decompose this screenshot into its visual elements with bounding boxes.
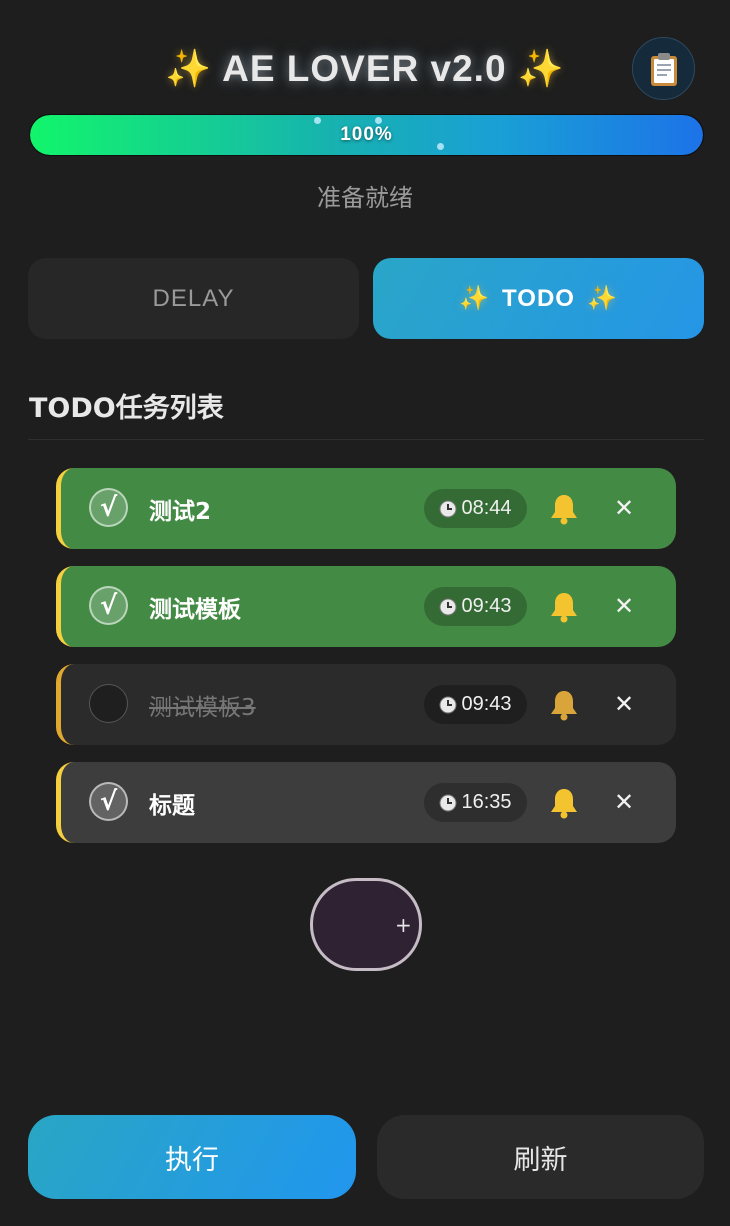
add-todo-button[interactable]: + bbox=[310, 878, 422, 971]
clock-icon bbox=[439, 794, 457, 811]
todo-item[interactable]: √ 测试2 08:44 ✕ bbox=[56, 468, 676, 549]
bell-icon[interactable] bbox=[549, 689, 579, 721]
refresh-label: 刷新 bbox=[513, 1144, 568, 1176]
time-badge[interactable]: 16:35 bbox=[424, 783, 527, 822]
section-title: TODO任务列表 bbox=[29, 393, 224, 424]
execute-label: 执行 bbox=[165, 1144, 219, 1176]
delete-icon[interactable]: ✕ bbox=[609, 784, 639, 820]
clipboard-button[interactable] bbox=[632, 37, 695, 100]
header: ✨ AE LOVER v2.0 ✨ bbox=[0, 36, 730, 108]
time-badge[interactable]: 08:44 bbox=[424, 489, 527, 528]
bell-icon[interactable] bbox=[549, 591, 579, 623]
clipboard-icon bbox=[650, 52, 677, 86]
time-text: 16:35 bbox=[461, 791, 512, 813]
todo-title: 测试模板3 bbox=[149, 695, 256, 721]
todo-item[interactable]: √ 标题 16:35 ✕ bbox=[56, 762, 676, 843]
tab-delay[interactable]: DELAY bbox=[28, 258, 359, 339]
refresh-button[interactable]: 刷新 bbox=[377, 1115, 704, 1199]
todo-item[interactable]: √ 测试模板 09:43 ✕ bbox=[56, 566, 676, 647]
todo-list: √ 测试2 08:44 ✕ √ 测试模板 09:43 ✕ 测试模板3 09:43… bbox=[56, 468, 676, 860]
checkbox[interactable] bbox=[89, 684, 128, 723]
delete-icon[interactable]: ✕ bbox=[609, 588, 639, 624]
time-text: 08:44 bbox=[461, 497, 512, 519]
sparkle-dot bbox=[375, 117, 382, 124]
execute-button[interactable]: 执行 bbox=[28, 1115, 356, 1199]
time-badge[interactable]: 09:43 bbox=[424, 685, 527, 724]
tab-todo[interactable]: ✨ TODO ✨ bbox=[373, 258, 704, 339]
clock-icon bbox=[439, 598, 457, 615]
checkbox[interactable]: √ bbox=[89, 488, 128, 527]
clock-icon bbox=[439, 500, 457, 517]
tab-todo-label: TODO bbox=[502, 284, 575, 312]
time-text: 09:43 bbox=[461, 595, 512, 617]
progress-bar: 100% bbox=[29, 114, 704, 156]
checkbox[interactable]: √ bbox=[89, 782, 128, 821]
bell-icon[interactable] bbox=[549, 493, 579, 525]
todo-title: 标题 bbox=[149, 793, 195, 819]
bell-icon[interactable] bbox=[549, 787, 579, 819]
sparkle-icon: ✨ bbox=[517, 48, 565, 89]
delete-icon[interactable]: ✕ bbox=[609, 490, 639, 526]
todo-item[interactable]: 测试模板3 09:43 ✕ bbox=[56, 664, 676, 745]
app-title-text: AE LOVER v2.0 bbox=[222, 48, 507, 89]
sparkle-icon: ✨ bbox=[586, 285, 618, 312]
tab-delay-label: DELAY bbox=[152, 284, 235, 312]
todo-title: 测试模板 bbox=[149, 597, 241, 623]
time-badge[interactable]: 09:43 bbox=[424, 587, 527, 626]
delete-icon[interactable]: ✕ bbox=[609, 686, 639, 722]
progress-label: 100% bbox=[340, 124, 393, 145]
sparkle-dot bbox=[314, 117, 321, 124]
sparkle-icon: ✨ bbox=[459, 285, 491, 312]
sparkle-icon: ✨ bbox=[165, 48, 213, 89]
checkbox[interactable]: √ bbox=[89, 586, 128, 625]
app-title: ✨ AE LOVER v2.0 ✨ bbox=[0, 48, 730, 91]
todo-title: 测试2 bbox=[149, 499, 212, 525]
plus-icon: + bbox=[395, 913, 412, 937]
divider bbox=[28, 439, 704, 440]
status-text: 准备就绪 bbox=[317, 184, 413, 212]
time-text: 09:43 bbox=[461, 693, 512, 715]
clock-icon bbox=[439, 696, 457, 713]
